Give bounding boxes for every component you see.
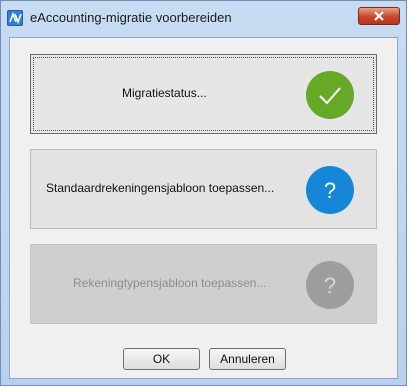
cancel-button[interactable]: Annuleren [209, 348, 286, 370]
dialog-content: Migratiestatus... Standaardrekeningensja… [9, 37, 398, 379]
status-pending-disabled-indicator: ? [306, 261, 354, 309]
app-logo-icon [7, 10, 23, 26]
svg-text:?: ? [324, 178, 336, 203]
step-label: Rekeningtypensjabloon toepassen... [73, 276, 267, 290]
status-completed-indicator [306, 71, 354, 119]
status-pending-indicator: ? [306, 166, 354, 214]
question-icon: ? [324, 273, 336, 298]
close-icon [374, 11, 384, 21]
step-label: Standaardrekeningensjabloon toepassen... [46, 181, 275, 195]
window-title: eAccounting-migratie voorbereiden [30, 10, 232, 25]
dialog-window: eAccounting-migratie voorbereiden Migrat… [0, 0, 407, 386]
checkmark-icon [319, 87, 341, 105]
svg-text:?: ? [324, 273, 336, 298]
close-button[interactable] [358, 7, 400, 25]
step-apply-default-accounts-template-button[interactable]: Standaardrekeningensjabloon toepassen...… [30, 149, 377, 229]
question-icon: ? [324, 178, 336, 203]
step-apply-account-types-template-button[interactable]: Rekeningtypensjabloon toepassen... ? [30, 244, 377, 324]
step-migration-status-button[interactable]: Migratiestatus... [30, 54, 377, 134]
title-bar[interactable]: eAccounting-migratie voorbereiden [1, 1, 406, 37]
step-label: Migratiestatus... [122, 86, 207, 100]
ok-button[interactable]: OK [123, 348, 200, 370]
